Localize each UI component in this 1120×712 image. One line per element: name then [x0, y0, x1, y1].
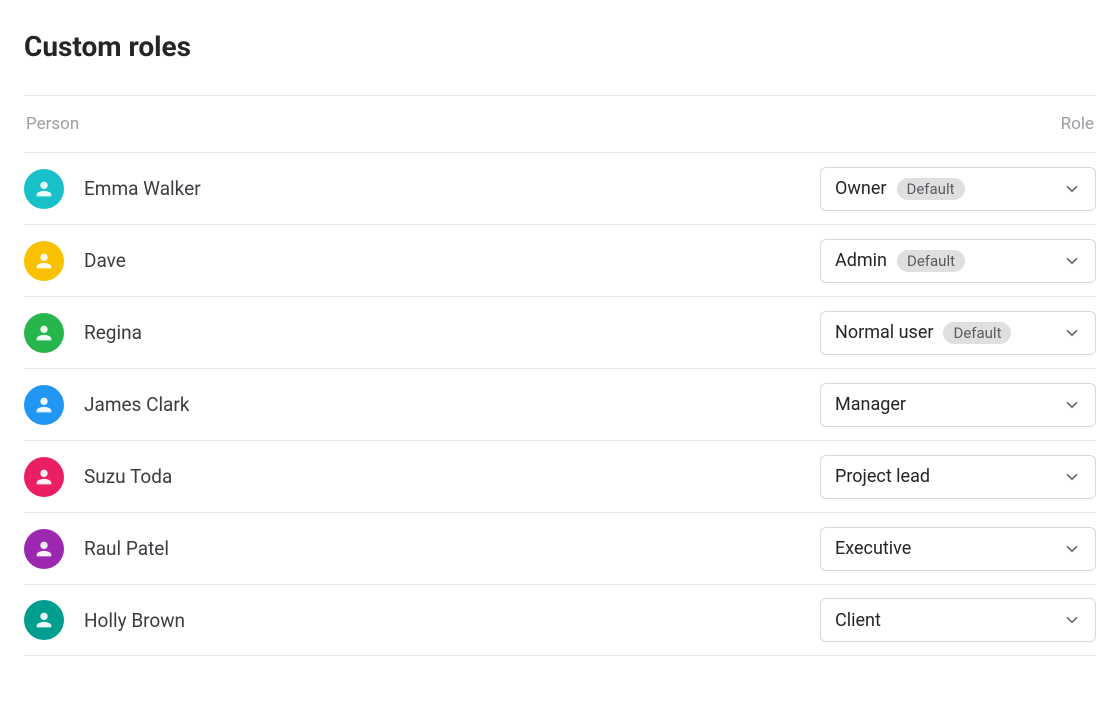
person-cell: Dave — [24, 241, 126, 281]
person-name: James Clark — [84, 393, 189, 416]
role-select[interactable]: Client — [820, 598, 1096, 642]
default-badge: Default — [897, 178, 965, 200]
chevron-down-icon — [1063, 540, 1081, 558]
avatar — [24, 241, 64, 281]
chevron-down-icon — [1063, 252, 1081, 270]
avatar — [24, 457, 64, 497]
role-label: Normal user — [835, 322, 933, 343]
role-label: Executive — [835, 538, 911, 559]
column-header-person: Person — [26, 114, 79, 134]
avatar — [24, 529, 64, 569]
person-cell: Regina — [24, 313, 142, 353]
column-header-role: Role — [1061, 114, 1094, 134]
person-name: Dave — [84, 249, 126, 272]
person-name: Holly Brown — [84, 609, 185, 632]
default-badge: Default — [897, 250, 965, 272]
table-row: Suzu Toda Project lead — [24, 440, 1096, 512]
person-cell: James Clark — [24, 385, 189, 425]
person-cell: Suzu Toda — [24, 457, 172, 497]
person-name: Regina — [84, 321, 142, 344]
role-select[interactable]: Admin Default — [820, 239, 1096, 283]
table-row: Dave Admin Default — [24, 224, 1096, 296]
person-cell: Holly Brown — [24, 600, 185, 640]
table-row: James Clark Manager — [24, 368, 1096, 440]
role-select[interactable]: Executive — [820, 527, 1096, 571]
role-label: Owner — [835, 178, 887, 199]
default-badge: Default — [943, 322, 1011, 344]
table-header: Person Role — [24, 96, 1096, 152]
role-label: Project lead — [835, 466, 930, 487]
role-select[interactable]: Project lead — [820, 455, 1096, 499]
role-label: Admin — [835, 250, 887, 271]
page-title: Custom roles — [24, 30, 1096, 63]
person-cell: Emma Walker — [24, 169, 201, 209]
person-name: Emma Walker — [84, 177, 201, 200]
table-row: Raul Patel Executive — [24, 512, 1096, 584]
avatar — [24, 600, 64, 640]
avatar — [24, 313, 64, 353]
person-name: Raul Patel — [84, 537, 169, 560]
table-row: Regina Normal user Default — [24, 296, 1096, 368]
role-label: Manager — [835, 394, 906, 415]
role-label: Client — [835, 610, 881, 631]
role-select[interactable]: Normal user Default — [820, 311, 1096, 355]
avatar — [24, 169, 64, 209]
chevron-down-icon — [1063, 324, 1081, 342]
table-row: Holly Brown Client — [24, 584, 1096, 656]
avatar — [24, 385, 64, 425]
chevron-down-icon — [1063, 180, 1081, 198]
person-name: Suzu Toda — [84, 465, 172, 488]
chevron-down-icon — [1063, 468, 1081, 486]
role-select[interactable]: Owner Default — [820, 167, 1096, 211]
chevron-down-icon — [1063, 396, 1081, 414]
chevron-down-icon — [1063, 611, 1081, 629]
table-row: Emma Walker Owner Default — [24, 152, 1096, 224]
role-select[interactable]: Manager — [820, 383, 1096, 427]
person-cell: Raul Patel — [24, 529, 169, 569]
